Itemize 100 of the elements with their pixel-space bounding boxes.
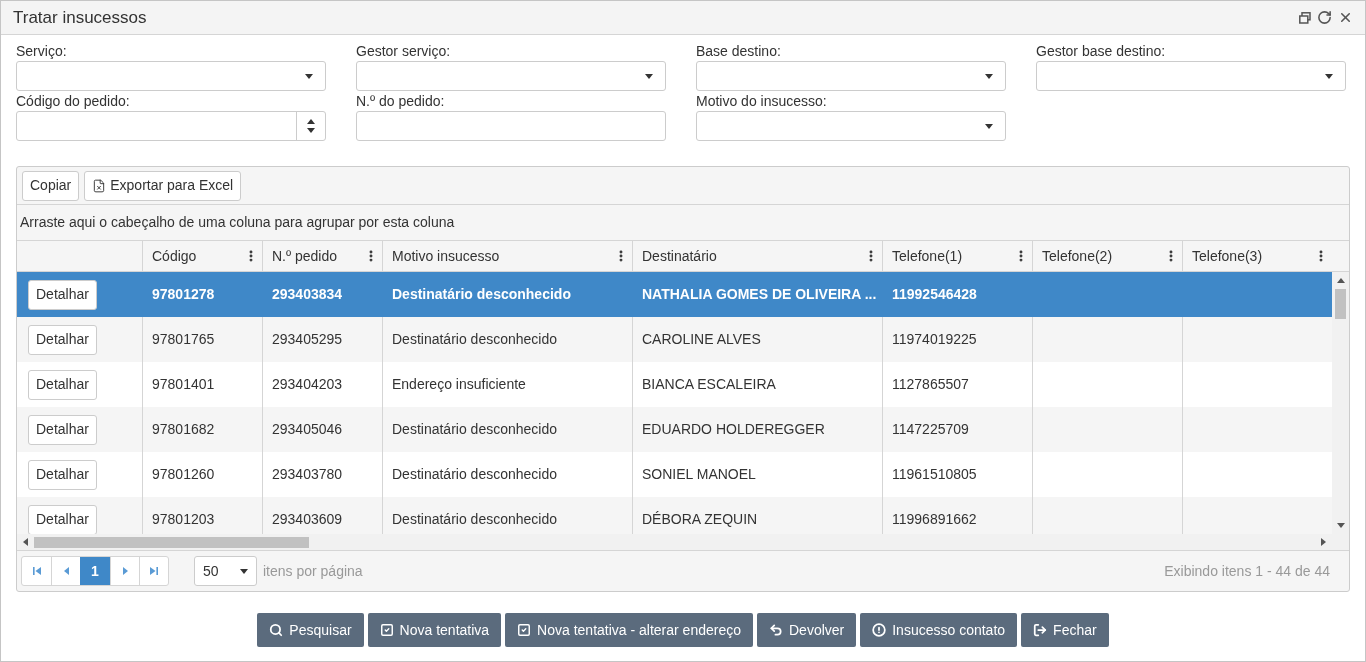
return-arrow-icon — [769, 623, 783, 637]
table-cell-text: 97801260 — [152, 465, 215, 484]
column-header[interactable]: Código — [142, 241, 262, 271]
column-header[interactable]: Motivo insucesso — [382, 241, 632, 271]
input-field[interactable] — [356, 111, 666, 141]
table-cell-text: 97801278 — [152, 285, 215, 304]
details-button[interactable]: Detalhar — [28, 504, 97, 534]
scroll-right-icon — [1321, 538, 1326, 546]
vertical-scrollbar[interactable] — [1332, 272, 1349, 534]
caret-icon — [240, 568, 248, 574]
action-button[interactable]: Nova tentativa — [367, 613, 502, 647]
table-row[interactable]: Detalhar 97801203 293403609 Destinatário desconhecido DÉBORA ZEQUIN 11996891662 — [17, 497, 1332, 534]
table-cell-text: 97801203 — [152, 510, 215, 529]
details-button[interactable]: Detalhar — [28, 414, 97, 445]
previous-icon — [63, 567, 69, 575]
caret-icon — [985, 123, 993, 129]
table-cell-text: 97801401 — [152, 375, 215, 394]
window-title: Tratar insucessos — [13, 6, 147, 29]
items-summary: Exibindo itens 1 - 44 de 44 — [1164, 561, 1330, 581]
scroll-up-icon — [1336, 278, 1345, 283]
table-cell-text: 1127865507 — [892, 375, 969, 394]
table-row[interactable]: Detalhar 97801765 293405295 Destinatário desconhecido CAROLINE ALVES 11974019225 — [17, 317, 1332, 362]
table-row[interactable]: Detalhar 97801682 293405046 Destinatário desconhecido EDUARDO HOLDEREGGER 1147225709 — [17, 407, 1332, 452]
table-cell-text: Destinatário desconhecido — [392, 330, 557, 349]
table-cell-text: 11992546428 — [892, 285, 977, 304]
table-cell-text: CAROLINE ALVES — [642, 330, 761, 349]
refresh-icon[interactable] — [1317, 10, 1332, 25]
table-cell-text: Destinatário desconhecido — [392, 465, 557, 484]
details-button[interactable]: Detalhar — [28, 459, 97, 490]
table-cell-text: 11974019225 — [892, 330, 977, 349]
table-row[interactable]: Detalhar 97801278 293403834 Destinatário desconhecido NATHALIA GOMES DE OLIVEIRA ... 11992546428 — [17, 272, 1332, 317]
column-header[interactable]: Telefone(3) — [1182, 241, 1332, 271]
page-button[interactable]: 1 — [80, 557, 110, 585]
field-label: Gestor serviço: — [356, 42, 452, 61]
group-hint: Arraste aqui o cabeçalho de uma coluna para agrupar por esta coluna — [20, 213, 455, 232]
checkbox-icon — [517, 623, 532, 637]
page-size-dropdown[interactable]: 50 — [194, 556, 257, 586]
action-button[interactable]: Devolver — [757, 613, 857, 647]
table-cell-text: 293405046 — [272, 420, 343, 439]
horizontal-scrollbar[interactable] — [17, 534, 1349, 551]
caret-icon — [305, 73, 313, 79]
scroll-left-icon — [23, 538, 28, 546]
column-header[interactable]: Telefone(2) — [1032, 241, 1182, 271]
table-cell-text: 293403834 — [272, 285, 343, 304]
table-cell-text: 97801765 — [152, 330, 215, 349]
checkbox-icon — [379, 623, 394, 637]
table-cell-text: 97801682 — [152, 420, 215, 439]
table-cell-text: SONIEL MANOEL — [642, 465, 756, 484]
increment-icon — [307, 119, 315, 124]
table-cell-text: 11996891662 — [892, 510, 977, 529]
table-cell-text: DÉBORA ZEQUIN — [642, 510, 758, 529]
scrollbar-thumb[interactable] — [34, 536, 309, 548]
number-field[interactable] — [16, 111, 326, 141]
exclamation-icon — [872, 623, 887, 637]
exit-icon — [1033, 623, 1048, 637]
dropdown-field[interactable] — [16, 61, 326, 91]
spreadsheet-file-icon — [92, 178, 107, 193]
scrollbar-thumb[interactable] — [1335, 289, 1346, 319]
table-cell-text: BIANCA ESCALEIRA — [642, 375, 776, 394]
action-button[interactable]: Nova tentativa - alterar endereço — [505, 613, 753, 647]
decrement-icon — [307, 128, 315, 133]
table-cell-text: Destinatário desconhecido — [392, 420, 557, 439]
table-cell-text: 293405295 — [272, 330, 343, 349]
field-label: Motivo do insucesso: — [696, 92, 828, 111]
field-label: Base destino: — [696, 42, 782, 61]
dropdown-field[interactable] — [696, 111, 1006, 141]
column-header[interactable]: Telefone(1) — [882, 241, 1032, 271]
search-icon — [269, 623, 284, 637]
restore-window-icon[interactable] — [1299, 11, 1311, 24]
next-icon — [122, 567, 128, 575]
details-button[interactable]: Detalhar — [28, 324, 97, 355]
table-cell-text: Destinatário desconhecido — [392, 285, 571, 304]
last-page-icon — [150, 567, 158, 575]
scroll-down-icon — [1336, 523, 1345, 528]
table-cell-text: NATHALIA GOMES DE OLIVEIRA ... — [642, 285, 877, 304]
caret-icon — [1325, 73, 1333, 79]
details-button[interactable]: Detalhar — [28, 369, 97, 400]
field-label: Código do pedido: — [16, 92, 131, 111]
table-cell-text: 1147225709 — [892, 420, 969, 439]
action-button[interactable]: Insucesso contato — [860, 613, 1018, 647]
copy-button[interactable]: Copiar — [22, 170, 80, 201]
table-cell-text: Endereço insuficiente — [392, 375, 526, 394]
column-header[interactable]: N.º pedido — [262, 241, 382, 271]
table-cell-text: 11961510805 — [892, 465, 977, 484]
action-button[interactable]: Pesquisar — [257, 613, 364, 647]
page-size-label: itens por página — [263, 561, 363, 581]
dropdown-field[interactable] — [356, 61, 666, 91]
table-cell-text: 293403780 — [272, 465, 343, 484]
table-cell-text: 293403609 — [272, 510, 343, 529]
caret-icon — [645, 73, 653, 79]
field-label: Serviço: — [16, 42, 68, 61]
dropdown-field[interactable] — [1036, 61, 1346, 91]
details-button[interactable]: Detalhar — [28, 279, 97, 310]
close-icon[interactable] — [1338, 10, 1353, 25]
field-label: N.º do pedido: — [356, 92, 446, 111]
export-button[interactable]: Exportar para Excel — [84, 170, 242, 201]
table-cell-text: 293404203 — [272, 375, 343, 394]
column-header[interactable]: Destinatário — [632, 241, 882, 271]
dropdown-field[interactable] — [696, 61, 1006, 91]
action-button[interactable]: Fechar — [1021, 613, 1109, 647]
